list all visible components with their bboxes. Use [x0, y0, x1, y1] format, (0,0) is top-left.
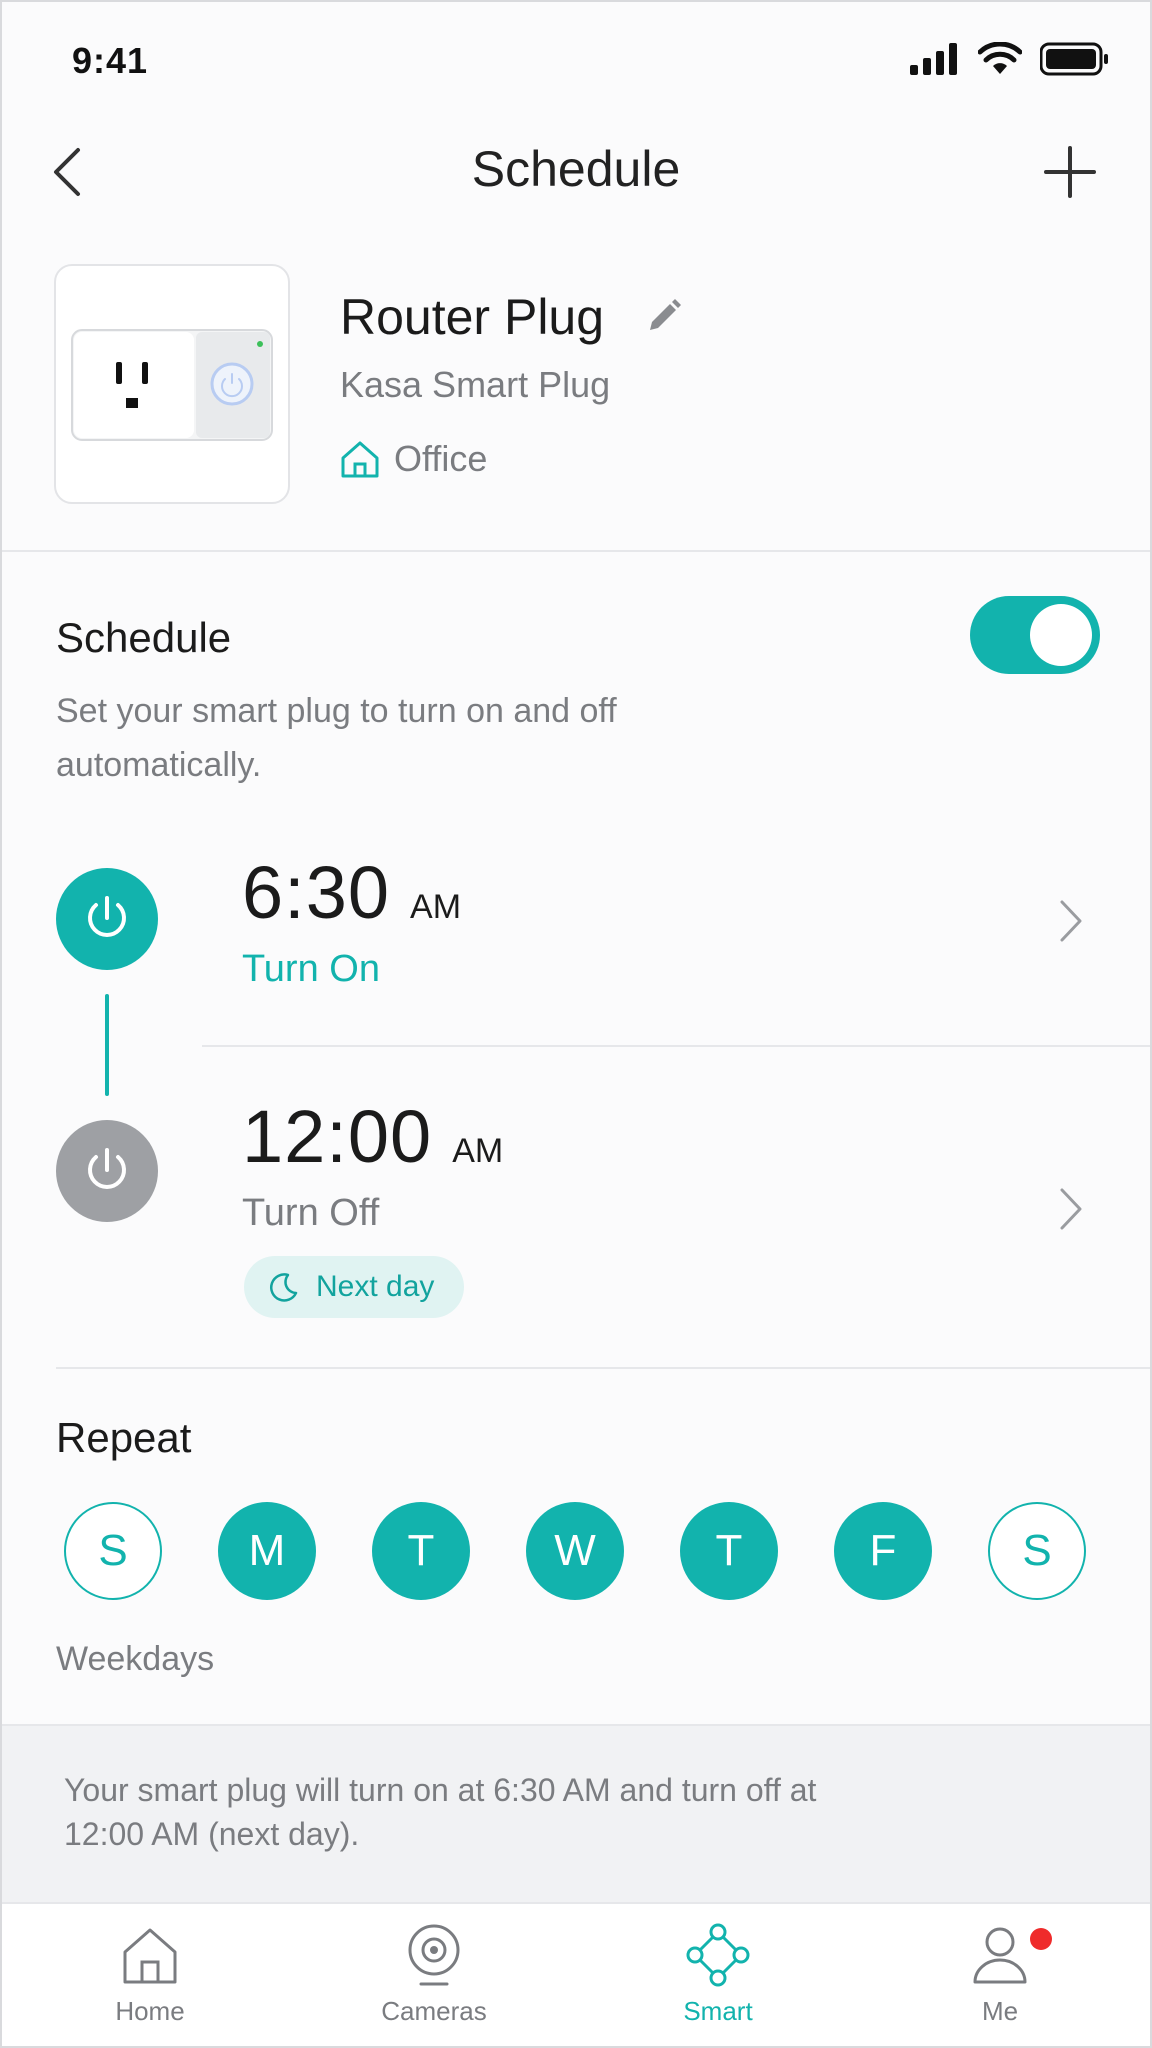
tab-bar: Home Cameras Smart Me — [2, 1902, 1150, 2046]
event-period: AM — [452, 1132, 504, 1170]
schedule-section-title: Schedule — [56, 614, 232, 661]
schedule-description: Set your smart plug to turn on and off a… — [56, 692, 617, 784]
summary-text: Your smart plug will turn on at 6:30 AM … — [64, 1772, 817, 1852]
schedule-toggle[interactable] — [970, 596, 1100, 674]
tab-cameras[interactable]: Cameras — [334, 1922, 534, 2027]
add-schedule-icon[interactable] — [1042, 144, 1098, 200]
event-on-time[interactable]: 6:30 AM — [242, 850, 461, 935]
tab-label: Cameras — [381, 1996, 487, 2026]
day-thursday[interactable]: T — [680, 1502, 778, 1600]
tab-me[interactable]: Me — [900, 1922, 1100, 2027]
next-day-label: Next day — [316, 1270, 435, 1303]
tab-label: Home — [115, 1996, 185, 2026]
next-day-badge: Next day — [244, 1256, 465, 1318]
moon-icon — [270, 1273, 298, 1302]
repeat-days: S M T W T F S — [64, 1502, 1086, 1600]
power-on-icon — [56, 868, 158, 970]
timeline-connector — [105, 994, 109, 1096]
event-action: Turn Off — [242, 1192, 380, 1234]
day-wednesday[interactable]: W — [526, 1502, 624, 1600]
event-time: 12:00 — [242, 1095, 433, 1178]
status-icons — [910, 42, 1110, 76]
wifi-icon — [978, 42, 1022, 74]
device-name: Router Plug — [340, 289, 605, 345]
status-time: 9:41 — [72, 40, 149, 81]
user-icon — [973, 1927, 1027, 1984]
day-monday[interactable]: M — [218, 1502, 316, 1600]
power-off-icon — [56, 1120, 158, 1222]
battery-icon — [1040, 42, 1108, 76]
divider — [202, 1045, 1150, 1047]
schedule-summary: Your smart plug will turn on at 6:30 AM … — [2, 1724, 1150, 1902]
device-thumbnail — [54, 264, 290, 504]
tab-label: Smart — [683, 1996, 753, 2026]
tab-home[interactable]: Home — [50, 1922, 250, 2027]
nav-header: Schedule — [2, 112, 1150, 232]
smart-hub-icon — [686, 1923, 750, 1987]
device-room: Office — [338, 438, 487, 480]
status-bar: 9:41 — [2, 2, 1150, 112]
event-action: Turn On — [242, 948, 380, 990]
chevron-right-icon[interactable] — [1054, 1182, 1088, 1236]
device-model: Kasa Smart Plug — [340, 364, 611, 405]
camera-icon — [408, 1924, 460, 1986]
repeat-section-title: Repeat — [56, 1414, 192, 1461]
day-friday[interactable]: F — [834, 1502, 932, 1600]
divider — [56, 1367, 1150, 1369]
tab-smart[interactable]: Smart — [618, 1922, 818, 2027]
toggle-knob — [1030, 604, 1092, 666]
app-screen: 9:41 Schedule Router Plug Kasa Smart Plu… — [0, 0, 1152, 2048]
room-label: Office — [394, 438, 488, 479]
event-off-time[interactable]: 12:00 AM — [242, 1094, 503, 1179]
chevron-right-icon[interactable] — [1054, 894, 1088, 948]
repeat-summary-label: Weekdays — [56, 1640, 215, 1678]
notification-badge — [1030, 1928, 1052, 1950]
smart-plug-image — [71, 329, 273, 441]
day-saturday[interactable]: S — [988, 1502, 1086, 1600]
day-sunday[interactable]: S — [64, 1502, 162, 1600]
day-tuesday[interactable]: T — [372, 1502, 470, 1600]
event-time: 6:30 — [242, 851, 391, 934]
divider — [2, 550, 1150, 552]
edit-icon[interactable] — [642, 294, 686, 338]
event-period: AM — [410, 888, 462, 926]
signal-icon — [910, 43, 957, 75]
tab-label: Me — [981, 1996, 1019, 2026]
home-icon — [123, 1928, 177, 1984]
page-title: Schedule — [471, 141, 681, 197]
home-icon — [341, 441, 379, 478]
device-card: Router Plug Kasa Smart Plug Office — [2, 242, 1150, 552]
